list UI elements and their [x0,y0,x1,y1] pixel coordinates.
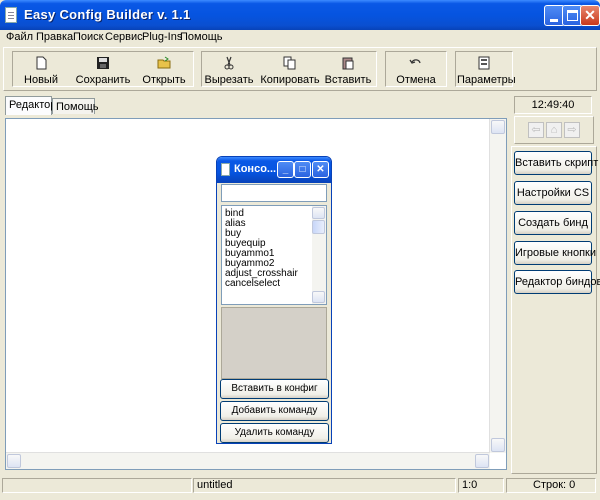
insert-into-config-button[interactable]: Вставить в конфиг [220,379,329,399]
app-document-icon [5,7,17,23]
delete-command-button[interactable]: Удалить команду [220,423,329,443]
copy-icon [283,56,296,70]
window-title: Easy Config Builder v. 1.1 [24,7,191,22]
cut-button-label: Вырезать [204,74,254,86]
tab-help[interactable]: Помощь [52,98,99,114]
close-button[interactable]: ✕ [580,5,600,26]
menu-service[interactable]: Сервис [105,31,143,43]
paste-button-label: Вставить [324,74,372,86]
add-command-button[interactable]: Добавить команду [220,401,329,421]
console-command-input[interactable] [221,184,327,202]
tab-editor[interactable]: Редактор [5,96,56,115]
menu-bar: Файл Правка Поиск Сервис Plug-Ins Помощь [0,30,600,46]
console-close-button[interactable]: ✕ [312,161,329,178]
status-line-count: Строк: 0 [506,478,596,493]
cs-settings-button[interactable]: Настройки CS [514,181,592,205]
close-icon: ✕ [316,164,325,175]
maximize-icon: □ [299,164,306,175]
settings-button[interactable]: Параметры [457,52,516,88]
scroll-thumb[interactable] [312,220,325,234]
menu-plugins[interactable]: Plug-Ins [142,31,182,43]
status-panel-empty [2,478,192,493]
console-minimize-button[interactable]: _ [277,161,294,178]
console-title: Консо... [234,163,277,175]
console-list-scrollbar[interactable] [312,206,326,304]
editor-horizontal-scrollbar[interactable] [6,452,490,469]
tab-strip: Редактор Помощь [3,96,507,116]
insert-script-button[interactable]: Вставить скрипт [514,151,598,175]
status-cursor-position: 1:0 [458,478,504,493]
menu-help[interactable]: Помощь [180,31,223,43]
game-keys-button[interactable]: Игровые кнопки [514,241,596,265]
new-button[interactable]: Новый [16,52,66,88]
scroll-up-icon[interactable] [312,207,325,219]
settings-button-label: Параметры [457,74,516,86]
console-window: Консо... _ □ ✕ bind alias buy buyequip b… [216,156,332,444]
scroll-left-icon[interactable] [7,454,21,468]
list-item[interactable]: cancelselect [225,279,280,289]
settings-icon [478,56,490,70]
back-arrow-icon[interactable]: ⇦ [528,122,544,138]
close-icon: ✕ [584,7,596,23]
bind-editor-button[interactable]: Редактор биндов [514,270,600,294]
undo-button-label: Отмена [396,74,436,86]
menu-search[interactable]: Поиск [73,31,103,43]
scissors-icon [224,56,234,70]
console-document-icon [221,163,230,176]
copy-button[interactable]: Копировать [260,52,320,88]
scroll-up-icon[interactable] [491,120,505,134]
console-maximize-button[interactable]: □ [294,161,311,178]
paste-button[interactable]: Вставить [322,52,374,88]
scroll-down-icon[interactable] [491,438,505,452]
open-button[interactable]: Открыть [136,52,192,88]
cut-button[interactable]: Вырезать [203,52,255,88]
toolbar: Новый Сохранить Открыть Вырезать Копиров… [3,47,597,91]
save-button-label: Сохранить [75,74,131,86]
scroll-right-icon[interactable] [475,454,489,468]
console-output-area [221,307,327,379]
menu-file[interactable]: Файл [6,31,33,43]
nav-buttons-frame: ⇦ ⌂ ⇨ [514,116,594,144]
maximize-icon [567,10,578,21]
open-button-label: Открыть [142,74,186,86]
save-disk-icon [97,57,109,69]
menu-edit[interactable]: Правка [36,31,73,43]
minimize-icon [550,19,558,22]
minimize-icon: _ [282,164,289,175]
status-bar: untitled 1:0 Строк: 0 [0,476,600,494]
new-file-icon [36,56,47,70]
editor-vertical-scrollbar[interactable] [489,119,506,453]
create-bind-button[interactable]: Создать бинд [514,211,592,235]
paste-clipboard-icon [342,57,354,70]
title-bar[interactable]: Easy Config Builder v. 1.1 ✕ [0,0,600,30]
clock-display: 12:49:40 [514,96,592,114]
main-window: Easy Config Builder v. 1.1 ✕ Файл Правка… [0,0,600,500]
open-folder-icon [157,56,171,69]
forward-arrow-icon[interactable]: ⇨ [564,122,580,138]
scroll-down-icon[interactable] [312,291,325,303]
home-icon[interactable]: ⌂ [546,122,562,138]
save-button[interactable]: Сохранить [72,52,134,88]
status-filename: untitled [193,478,456,493]
console-title-bar[interactable]: Консо... _ □ ✕ [217,157,331,183]
undo-arrow-icon [409,59,421,64]
copy-button-label: Копировать [260,74,320,86]
console-command-list[interactable]: bind alias buy buyequip buyammo1 buyammo… [221,205,327,305]
undo-button[interactable]: Отмена [389,52,443,88]
new-button-label: Новый [24,74,58,86]
